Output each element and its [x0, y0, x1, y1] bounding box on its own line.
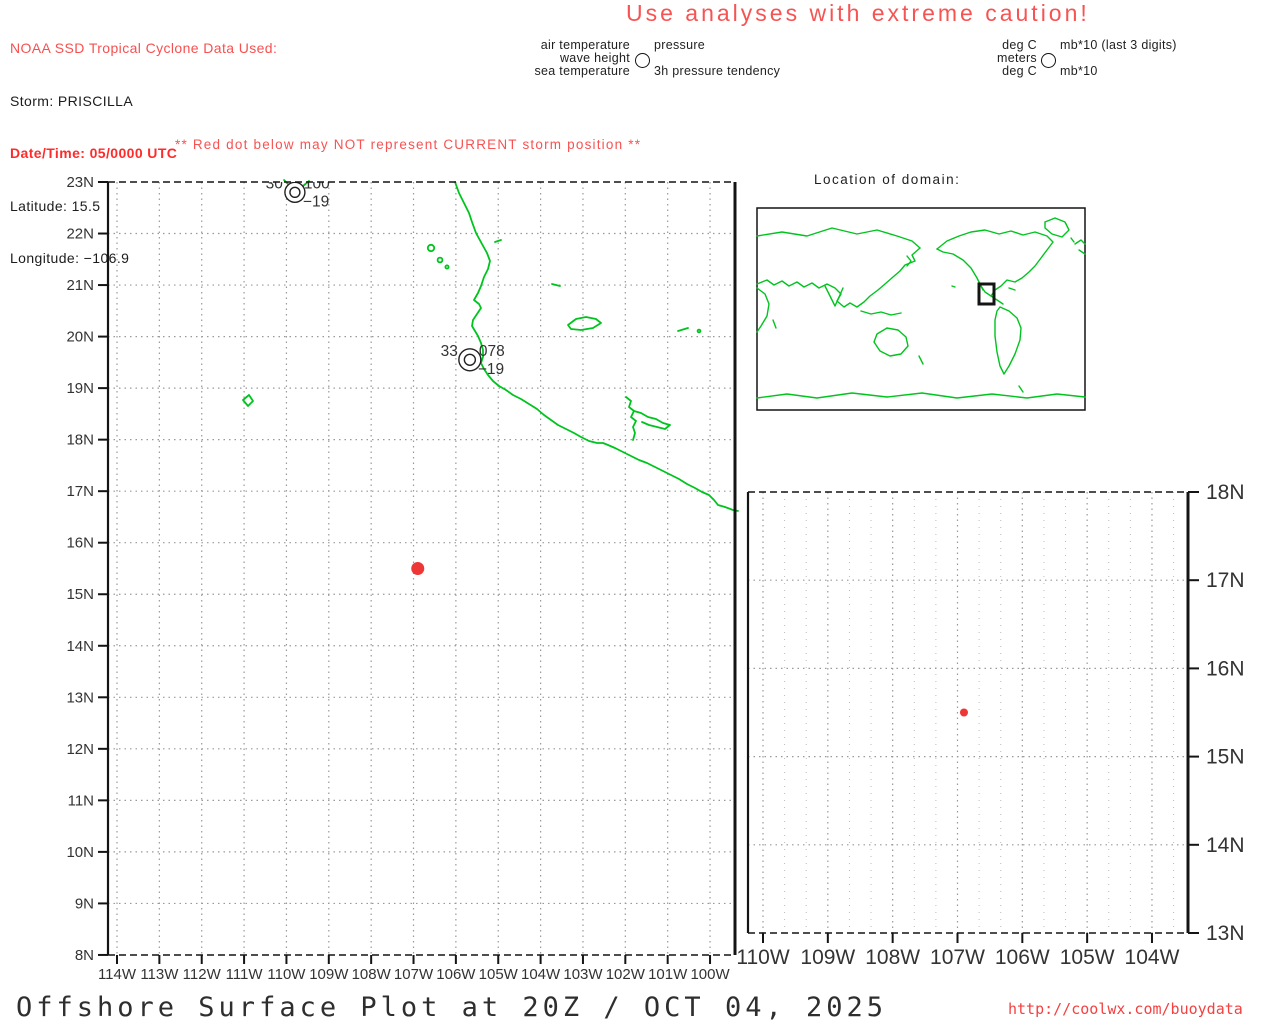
main-map-lon-label: 100W	[690, 966, 730, 983]
world-coastline	[1074, 239, 1086, 245]
station-air-temp: 30	[266, 175, 284, 192]
detail-map-lat-label: 18N	[1206, 481, 1245, 504]
detail-map-minor-grid	[784, 492, 1175, 933]
detail-map-frame	[746, 491, 1199, 943]
buoy-inner-circle-icon	[289, 186, 301, 199]
main-map-lat-label: 21N	[66, 277, 94, 294]
detail-map-lon-label: 109W	[800, 946, 855, 969]
detail-map-lat-label: 16N	[1206, 657, 1245, 680]
main-map-lon-label: 101W	[648, 966, 688, 983]
detail-map-lat-label: 17N	[1206, 569, 1245, 592]
station-air-temp: 33	[441, 343, 458, 360]
station-tendency: −19	[478, 361, 504, 378]
main-map-lat-label: 18N	[66, 432, 94, 449]
main-map-lon-label: 108W	[352, 966, 392, 983]
world-coastline	[860, 310, 902, 316]
detail-map-lat-label: 15N	[1206, 746, 1245, 769]
world-coastline	[756, 227, 921, 249]
detail-map-lon-label: 110W	[736, 946, 789, 969]
world-coastline	[906, 255, 912, 267]
maps-canvas: 30 100−1933 078−1923N22N21N20N19N18N17N16N…	[66, 174, 1245, 983]
main-map-lat-label: 10N	[66, 844, 94, 861]
main-map-lon-label: 112W	[183, 966, 222, 983]
detail-map-lon-label: 107W	[930, 946, 985, 969]
main-map-lat-label: 9N	[75, 895, 94, 912]
main-map-lat-label: 23N	[66, 174, 94, 191]
world-coastline	[1008, 287, 1016, 291]
world-inset-map	[756, 207, 1086, 411]
world-coastline	[873, 327, 909, 357]
world-coastline	[918, 355, 924, 365]
main-map-lat-label: 14N	[66, 638, 94, 655]
world-coastline	[756, 287, 770, 333]
world-coastlines	[756, 217, 1086, 399]
islas-marias-island	[444, 264, 450, 270]
main-map-lat-label: 17N	[66, 483, 94, 500]
source-url-link[interactable]: http://coolwx.com/buoydata	[1008, 1000, 1243, 1018]
world-coastline	[951, 285, 956, 288]
main-map-lon-label: 104W	[521, 966, 561, 983]
main-map-lon-label: 106W	[436, 966, 476, 983]
detail-map-grid	[748, 492, 1188, 933]
main-map-lon-label: 113W	[140, 966, 179, 983]
detail-map-lon-label: 108W	[865, 946, 920, 969]
main-map-lon-label: 107W	[394, 966, 434, 983]
main-map-lon-label: 111W	[226, 966, 264, 983]
detail-map-lat-label: 14N	[1206, 834, 1245, 857]
world-coastline	[1078, 249, 1086, 255]
plot-title: Offshore Surface Plot at 20Z / OCT 04, 2…	[16, 992, 887, 1023]
detail-map-lat-label: 13N	[1206, 922, 1245, 945]
small-island	[677, 327, 689, 332]
river-feature	[633, 410, 671, 430]
detail-map-lon-label: 106W	[995, 946, 1050, 969]
small-island	[494, 239, 502, 243]
station-pressure: 078	[479, 343, 505, 360]
main-map-lon-label: 109W	[309, 966, 349, 983]
buoy-plot-page: NOAA SSD Tropical Cyclone Data Used: Sto…	[0, 0, 1280, 1024]
main-map-lat-label: 11N	[68, 792, 94, 809]
main-map-lon-label: 103W	[563, 966, 603, 983]
station-plots: 30 100−1933 078−19	[266, 175, 505, 378]
main-map-lon-label: 110W	[267, 966, 306, 983]
world-coastline	[994, 306, 1022, 375]
world-coastline	[756, 392, 1086, 399]
detail-map-lon-label: 104W	[1125, 946, 1180, 969]
station-plot: 30 100−19	[266, 175, 330, 210]
main-map-lat-label: 8N	[75, 947, 94, 964]
main-map-lat-label: 13N	[66, 689, 94, 706]
storm-position-dot-detail	[959, 708, 968, 717]
isla-outline	[567, 316, 602, 331]
main-map-lat-label: 19N	[66, 380, 94, 397]
main-map-lat-label: 22N	[66, 226, 94, 243]
world-coastline	[1018, 385, 1024, 393]
world-coastline	[1044, 217, 1070, 238]
islas-marias-island	[426, 243, 436, 253]
main-map-lat-label: 12N	[66, 741, 94, 758]
detail-map-lon-label: 105W	[1060, 946, 1115, 969]
inset-frame	[756, 207, 1086, 411]
main-map-lon-label: 102W	[606, 966, 646, 983]
small-island	[696, 328, 702, 334]
station-plot: 33 078−19	[441, 343, 505, 378]
storm-position-dot	[411, 561, 425, 575]
main-map-lat-label: 16N	[66, 535, 94, 552]
small-island	[551, 283, 561, 287]
river-feature	[625, 396, 637, 441]
station-pressure: 100	[304, 175, 330, 192]
station-tendency: −19	[303, 193, 329, 210]
buoy-inner-circle-icon	[463, 353, 477, 366]
world-coastline	[772, 319, 777, 329]
world-coastline	[1070, 237, 1075, 243]
main-map-lon-label: 105W	[479, 966, 519, 983]
main-map-lat-label: 20N	[66, 329, 94, 346]
islas-marias-island	[436, 256, 444, 264]
main-map-lon-label: 114W	[98, 966, 137, 983]
main-map-lat-label: 15N	[66, 586, 94, 603]
